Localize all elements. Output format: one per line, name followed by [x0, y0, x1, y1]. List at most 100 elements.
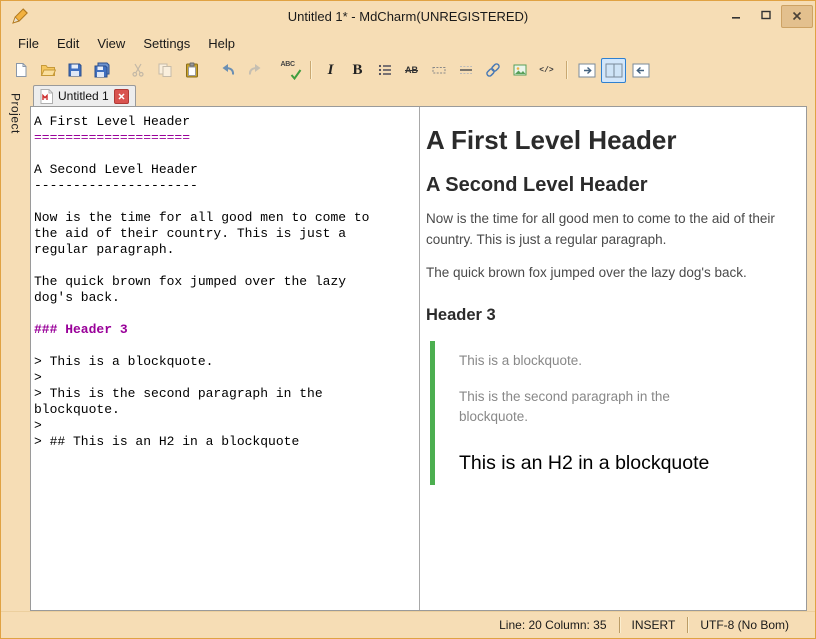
editor-line	[34, 306, 415, 322]
minimize-button[interactable]	[721, 5, 751, 26]
editor-line: ====================	[34, 130, 415, 146]
redo-button[interactable]	[242, 58, 267, 83]
preview-paragraph: The quick brown fox jumped over the lazy…	[426, 263, 794, 284]
editor-line: >	[34, 418, 415, 434]
status-bar: Line: 20 Column: 35 INSERT UTF-8 (No Bom…	[1, 611, 815, 638]
copy-icon	[157, 62, 173, 78]
list-button[interactable]	[372, 58, 397, 83]
editor-line: blockquote.	[34, 402, 415, 418]
new-file-button[interactable]	[8, 58, 33, 83]
save-all-button[interactable]	[89, 58, 114, 83]
html-preview-pane[interactable]: A First Level Header A Second Level Head…	[420, 107, 806, 610]
close-x-icon	[118, 93, 125, 100]
editor-line	[34, 258, 415, 274]
open-folder-icon	[40, 62, 56, 78]
line-break-button[interactable]	[426, 58, 451, 83]
paste-button[interactable]	[179, 58, 204, 83]
paste-clipboard-icon	[184, 62, 200, 78]
project-panel-tab[interactable]: Project	[9, 93, 23, 611]
image-button[interactable]	[507, 58, 532, 83]
editor-line	[34, 194, 415, 210]
copy-button[interactable]	[152, 58, 177, 83]
preview-blockquote: This is a blockquote. This is the second…	[430, 341, 794, 485]
cursor-position-indicator: Line: 20 Column: 35	[487, 617, 618, 633]
editor-line: ### Header 3	[34, 322, 415, 338]
line-break-icon	[431, 62, 447, 78]
strikethrough-button[interactable]: AB	[399, 58, 424, 83]
tab-close-button[interactable]	[114, 89, 129, 104]
view-editor-only-button[interactable]	[574, 58, 599, 83]
window-controls	[721, 5, 813, 28]
menu-item[interactable]: Help	[199, 33, 244, 54]
save-button[interactable]	[62, 58, 87, 83]
app-logo-pencil-icon	[7, 3, 33, 29]
spell-check-icon: ABC	[281, 61, 301, 79]
italic-button[interactable]: I	[318, 58, 343, 83]
undo-button[interactable]	[215, 58, 240, 83]
editor-line: >	[34, 370, 415, 386]
preview-h1: A First Level Header	[426, 125, 794, 156]
preview-only-view-icon	[632, 63, 650, 78]
menu-item[interactable]: View	[88, 33, 134, 54]
bold-icon: B	[352, 62, 362, 79]
new-file-icon	[13, 62, 29, 78]
insert-mode-indicator: INSERT	[619, 617, 688, 633]
window-title: Untitled 1* - MdCharm(UNREGISTERED)	[1, 9, 815, 24]
editor-line	[34, 338, 415, 354]
editor-only-view-icon	[578, 63, 596, 78]
redo-arrow-icon	[247, 62, 263, 78]
tab-untitled-1[interactable]: Untitled 1	[33, 85, 136, 106]
project-dock-strip: Project	[1, 85, 30, 611]
blockquote-paragraph: This is a blockquote.	[459, 351, 784, 371]
undo-arrow-icon	[220, 62, 236, 78]
editor-line: A Second Level Header	[34, 162, 415, 178]
editor-line: ---------------------	[34, 178, 415, 194]
menu-item[interactable]: File	[9, 33, 48, 54]
toolbar-separator	[566, 61, 567, 79]
document-area: Untitled 1 A First Level Header ========…	[30, 85, 807, 611]
markdown-source-editor[interactable]: A First Level Header ===================…	[31, 107, 419, 610]
editor-line: > ## This is an H2 in a blockquote	[34, 434, 415, 450]
menu-item[interactable]: Edit	[48, 33, 88, 54]
toolbar: ABC I B AB	[1, 55, 815, 85]
editor-line	[34, 146, 415, 162]
list-icon	[377, 62, 393, 78]
editor-line: dog's back.	[34, 290, 415, 306]
preview-h3: Header 3	[426, 306, 794, 325]
editor-line: > This is a blockquote.	[34, 354, 415, 370]
tab-label: Untitled 1	[58, 89, 109, 103]
main-area: Project Untitled 1	[1, 85, 815, 611]
bold-button[interactable]: B	[345, 58, 370, 83]
editor-line: the aid of their country. This is just a	[34, 226, 415, 242]
strikethrough-icon: AB	[405, 65, 418, 75]
split-view-icon	[605, 63, 623, 78]
editor-line: Now is the time for all good men to come…	[34, 210, 415, 226]
code-button[interactable]: </>	[534, 58, 559, 83]
editor-line: > This is the second paragraph in the	[34, 386, 415, 402]
cut-scissors-icon	[130, 62, 146, 78]
blockquote-h2: This is an H2 in a blockquote	[459, 452, 784, 475]
horizontal-rule-icon	[458, 62, 474, 78]
save-all-icon	[94, 62, 110, 78]
editor-preview-split: A First Level Header ===================…	[30, 106, 807, 611]
preview-paragraph: Now is the time for all good men to come…	[426, 209, 794, 251]
link-chain-icon	[485, 62, 501, 78]
image-icon	[512, 62, 528, 78]
view-preview-only-button[interactable]	[628, 58, 653, 83]
encoding-indicator: UTF-8 (No Bom)	[687, 617, 801, 633]
cut-button[interactable]	[125, 58, 150, 83]
toolbar-separator	[310, 61, 311, 79]
view-split-button[interactable]	[601, 58, 626, 83]
maximize-button[interactable]	[751, 5, 781, 26]
spell-check-button[interactable]: ABC	[278, 58, 303, 83]
title-bar: Untitled 1* - MdCharm(UNREGISTERED)	[1, 1, 815, 31]
blockquote-paragraph: This is the second paragraph in the bloc…	[459, 387, 784, 428]
link-button[interactable]	[480, 58, 505, 83]
open-file-button[interactable]	[35, 58, 60, 83]
app-window: Untitled 1* - MdCharm(UNREGISTERED) File…	[0, 0, 816, 639]
menu-item[interactable]: Settings	[134, 33, 199, 54]
close-button[interactable]	[781, 5, 813, 28]
editor-line: The quick brown fox jumped over the lazy	[34, 274, 415, 290]
horizontal-rule-button[interactable]	[453, 58, 478, 83]
tab-bar: Untitled 1	[30, 85, 807, 106]
